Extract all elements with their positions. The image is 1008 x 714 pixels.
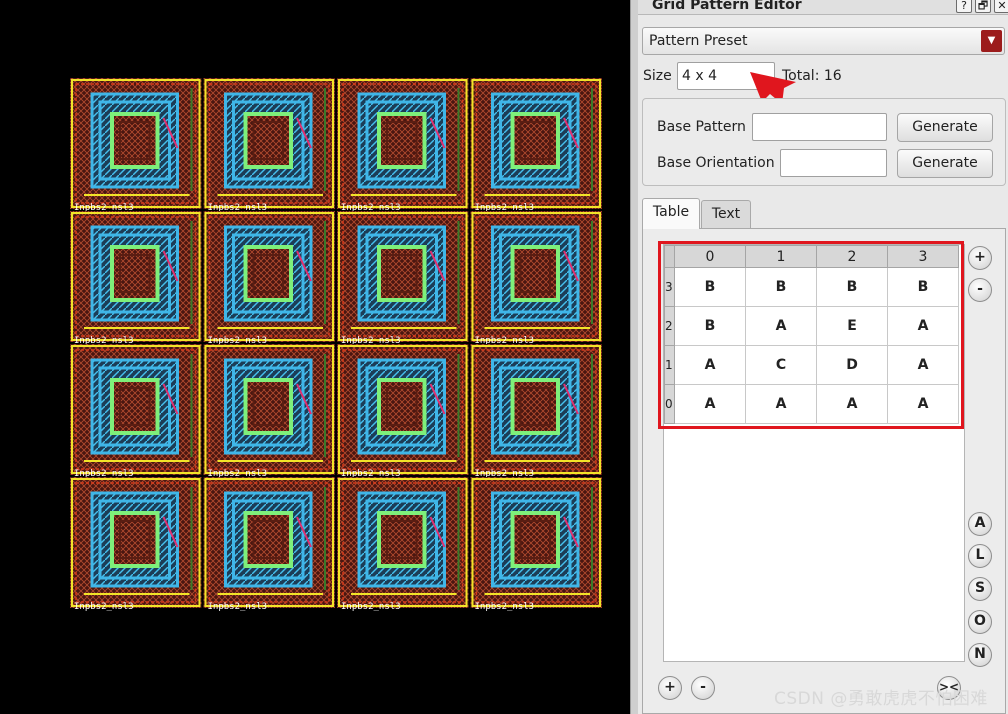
base-pattern-label: Base Pattern bbox=[657, 119, 746, 135]
letter-s-button[interactable]: S bbox=[968, 577, 992, 601]
panel-splitter[interactable] bbox=[630, 0, 638, 714]
tab-table[interactable]: Table bbox=[642, 198, 700, 229]
highlight-box bbox=[658, 241, 964, 429]
layout-cell[interactable]: Inpbs2_nsl3 bbox=[337, 78, 469, 213]
cell-instance-label: Inpbs2_nsl3 bbox=[341, 602, 401, 612]
base-pattern-input[interactable] bbox=[752, 113, 887, 141]
layout-canvas[interactable]: Inpbs2_nsl3 Inpbs2_nsl3 Inpbs2_nsl3 Inpbs2_… bbox=[0, 0, 630, 714]
base-orientation-input[interactable] bbox=[780, 149, 887, 177]
layout-cell[interactable]: Inpbs2_nsl3 bbox=[203, 78, 336, 213]
cell-instance-label: Inpbs2_nsl3 bbox=[74, 602, 134, 612]
watermark: CSDN @勇敢虎虎不怕困难 bbox=[774, 689, 988, 709]
layout-cell[interactable]: Inpbs2_nsl3 bbox=[70, 78, 202, 213]
add-column-button[interactable]: + bbox=[968, 246, 992, 270]
cell-instance-label: Inpbs2_nsl3 bbox=[208, 602, 268, 612]
grid-pattern-editor-panel: Grid Pattern Editor ? 🗗 ✕ Pattern Preset… bbox=[638, 0, 1008, 714]
size-label: Size bbox=[643, 68, 672, 84]
letter-n-button[interactable]: N bbox=[968, 643, 992, 667]
letter-a-button[interactable]: A bbox=[968, 512, 992, 536]
chevron-down-icon[interactable]: ▼ bbox=[981, 30, 1002, 52]
layout-cell[interactable]: Inpbs2_nsl3 bbox=[203, 344, 336, 479]
remove-row-button[interactable]: - bbox=[691, 676, 715, 700]
layout-cell[interactable]: Inpbs2_nsl3 bbox=[470, 344, 603, 479]
close-icon[interactable]: ✕ bbox=[994, 0, 1008, 13]
layout-cell[interactable]: Inpbs2_nsl3 bbox=[470, 211, 603, 346]
layout-cell[interactable]: Inpbs2_nsl3 bbox=[70, 344, 202, 479]
pattern-preset-dropdown[interactable]: Pattern Preset ▼ bbox=[642, 27, 1005, 55]
letter-l-button[interactable]: L bbox=[968, 544, 992, 568]
base-orientation-label: Base Orientation bbox=[657, 155, 775, 171]
layout-cell[interactable]: Inpbs2_nsl3 bbox=[337, 344, 469, 479]
generate-pattern-button[interactable]: Generate bbox=[897, 113, 993, 142]
layout-cell[interactable]: Inpbs2_nsl3 bbox=[70, 477, 202, 612]
layout-cell[interactable]: Inpbs2_nsl3 bbox=[203, 477, 336, 612]
layout-cell[interactable]: Inpbs2_nsl3 bbox=[337, 477, 469, 612]
float-icon[interactable]: 🗗 bbox=[975, 0, 991, 13]
help-button[interactable]: ? bbox=[956, 0, 972, 13]
remove-column-button[interactable]: - bbox=[968, 278, 992, 302]
panel-titlebar: Grid Pattern Editor ? 🗗 ✕ bbox=[638, 0, 1008, 15]
layout-view[interactable]: Inpbs2_nsl3 Inpbs2_nsl3 Inpbs2_nsl3 Inpbs2_… bbox=[0, 0, 630, 714]
letter-o-button[interactable]: O bbox=[968, 610, 992, 634]
layout-cell[interactable]: Inpbs2_nsl3 bbox=[470, 78, 603, 213]
pattern-preset-label: Pattern Preset bbox=[649, 33, 748, 49]
base-settings-group: Base Pattern Generate Base Orientation G… bbox=[642, 98, 1006, 186]
layout-cell[interactable]: Inpbs2_nsl3 bbox=[70, 211, 202, 346]
panel-title: Grid Pattern Editor bbox=[652, 0, 802, 13]
cell-instance-label: Inpbs2_nsl3 bbox=[475, 602, 535, 612]
layout-cell[interactable]: Inpbs2_nsl3 bbox=[203, 211, 336, 346]
generate-orientation-button[interactable]: Generate bbox=[897, 149, 993, 178]
tab-text[interactable]: Text bbox=[701, 200, 751, 228]
table-tab-pane: 0 1 2 3 3 B B B B 2 B A E A 1 A C D A 0 … bbox=[642, 228, 1006, 714]
layout-cell[interactable]: Inpbs2_nsl3 bbox=[470, 477, 603, 612]
layout-cell[interactable]: Inpbs2_nsl3 bbox=[337, 211, 469, 346]
add-row-button[interactable]: + bbox=[658, 676, 682, 700]
